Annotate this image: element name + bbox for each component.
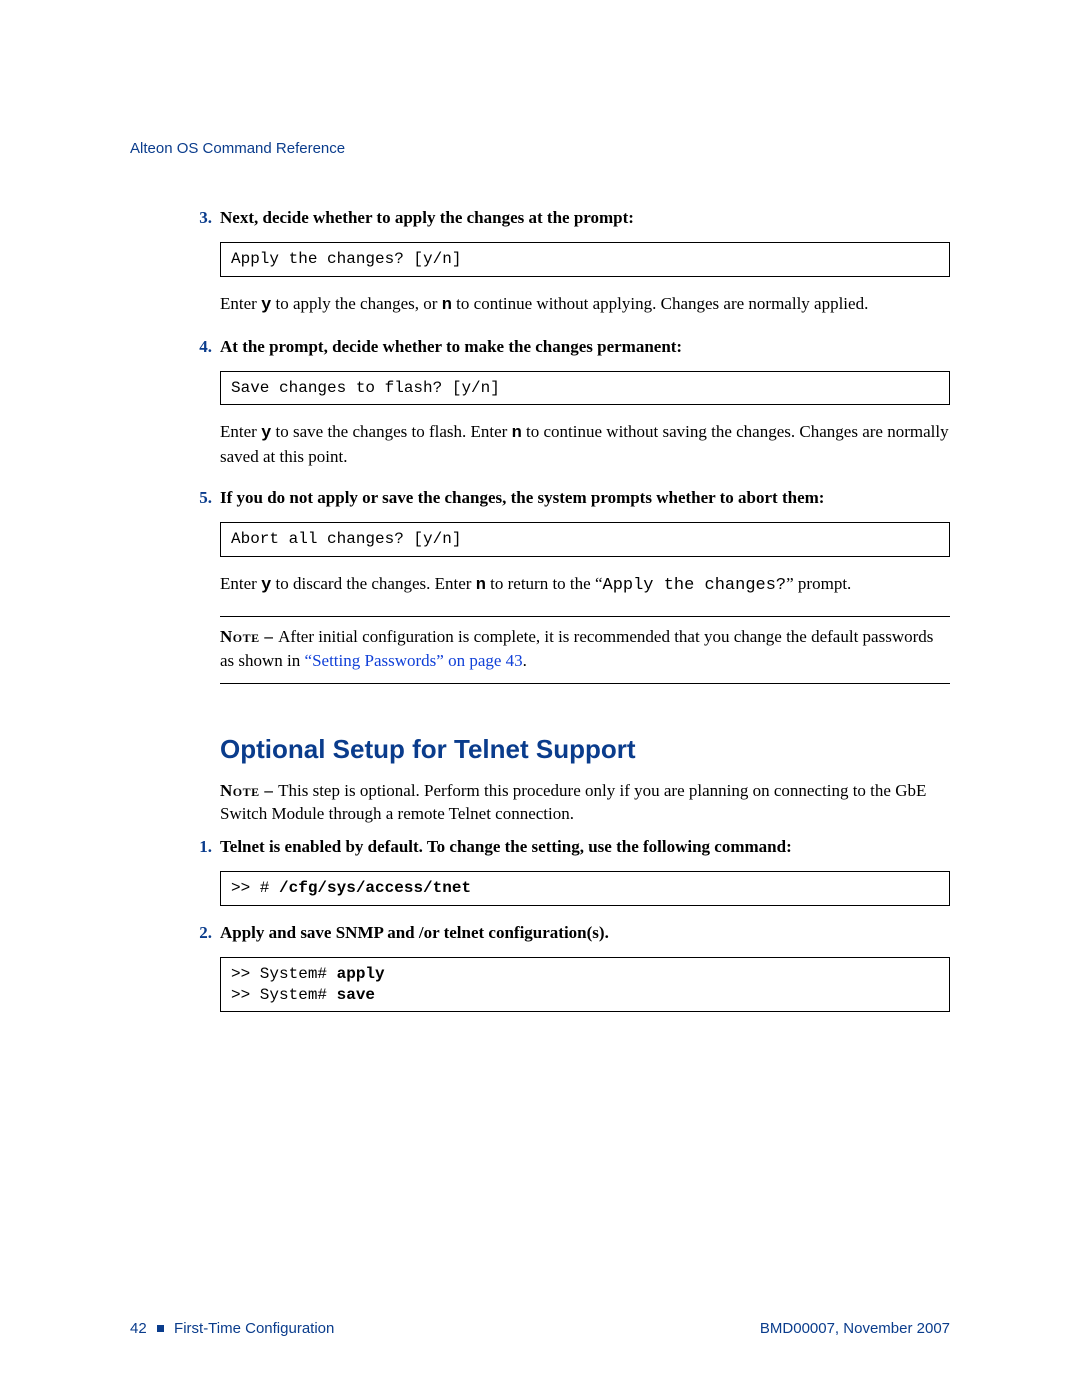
step-number: 5. bbox=[190, 487, 212, 510]
square-bullet-icon bbox=[157, 1325, 164, 1332]
code-box-save: Save changes to flash? [y/n] bbox=[220, 371, 950, 406]
note-text: Note – This step is optional. Perform th… bbox=[220, 779, 950, 827]
step-number: 1. bbox=[190, 836, 212, 859]
note-rule-top bbox=[220, 616, 950, 617]
step-body: Enter y to discard the changes. Enter n … bbox=[220, 573, 950, 598]
step-number: 2. bbox=[190, 922, 212, 945]
step-3: 3. Next, decide whether to apply the cha… bbox=[220, 207, 950, 318]
footer-left: 42 First-Time Configuration bbox=[130, 1320, 334, 1337]
page-number: 42 bbox=[130, 1320, 147, 1337]
page: Alteon OS Command Reference 3. Next, dec… bbox=[0, 0, 1080, 1397]
note-label: Note – bbox=[220, 627, 278, 646]
step-title: Apply and save SNMP and /or telnet confi… bbox=[220, 922, 609, 945]
footer-right: BMD00007, November 2007 bbox=[760, 1320, 950, 1337]
code-box-tnet: >> # /cfg/sys/access/tnet bbox=[220, 871, 950, 906]
running-head: Alteon OS Command Reference bbox=[130, 140, 950, 157]
step-heading: 5. If you do not apply or save the chang… bbox=[220, 487, 950, 510]
code-box-apply-save: >> System# apply >> System# save bbox=[220, 957, 950, 1013]
telnet-step-1: 1. Telnet is enabled by default. To chan… bbox=[220, 836, 950, 906]
note-text: Note – After initial configuration is co… bbox=[220, 625, 950, 673]
note-label: Note – bbox=[220, 781, 278, 800]
step-body: Enter y to save the changes to flash. En… bbox=[220, 421, 950, 469]
step-4: 4. At the prompt, decide whether to make… bbox=[220, 336, 950, 470]
code-box-apply: Apply the changes? [y/n] bbox=[220, 242, 950, 277]
step-heading: 4. At the prompt, decide whether to make… bbox=[220, 336, 950, 359]
note-block-1: Note – After initial configuration is co… bbox=[220, 616, 950, 684]
step-title: Telnet is enabled by default. To change … bbox=[220, 836, 792, 859]
code-box-abort: Abort all changes? [y/n] bbox=[220, 522, 950, 557]
step-body: Enter y to apply the changes, or n to co… bbox=[220, 293, 950, 318]
step-title: Next, decide whether to apply the change… bbox=[220, 207, 634, 230]
page-footer: 42 First-Time Configuration BMD00007, No… bbox=[130, 1320, 950, 1337]
step-number: 4. bbox=[190, 336, 212, 359]
chapter-title: First-Time Configuration bbox=[174, 1320, 334, 1337]
link-setting-passwords[interactable]: “Setting Passwords” on page 43 bbox=[305, 651, 523, 670]
note-rule-bottom bbox=[220, 683, 950, 684]
step-title: If you do not apply or save the changes,… bbox=[220, 487, 824, 510]
step-heading: 1. Telnet is enabled by default. To chan… bbox=[220, 836, 950, 859]
step-5: 5. If you do not apply or save the chang… bbox=[220, 487, 950, 598]
step-number: 3. bbox=[190, 207, 212, 230]
telnet-step-2: 2. Apply and save SNMP and /or telnet co… bbox=[220, 922, 950, 1013]
step-heading: 3. Next, decide whether to apply the cha… bbox=[220, 207, 950, 230]
step-heading: 2. Apply and save SNMP and /or telnet co… bbox=[220, 922, 950, 945]
section-heading-telnet: Optional Setup for Telnet Support bbox=[220, 734, 950, 765]
step-title: At the prompt, decide whether to make th… bbox=[220, 336, 682, 359]
note-block-2: Note – This step is optional. Perform th… bbox=[220, 779, 950, 827]
